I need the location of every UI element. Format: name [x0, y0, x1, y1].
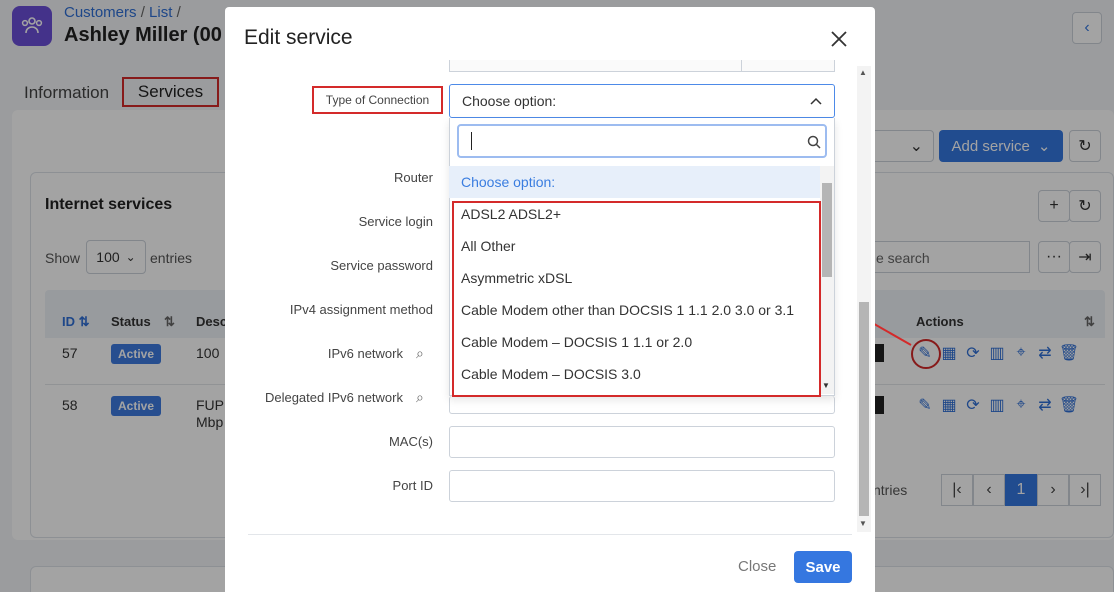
- modal-title: Edit service: [244, 26, 353, 49]
- text-cursor: [471, 132, 472, 150]
- save-button[interactable]: Save: [794, 551, 852, 583]
- modal-scrollbar-thumb[interactable]: [859, 302, 869, 516]
- scroll-down-icon[interactable]: ▼: [822, 381, 830, 390]
- type-of-connection-select[interactable]: Choose option:: [449, 84, 835, 118]
- field-divider: [741, 60, 742, 72]
- port-id-label: Port ID: [392, 478, 433, 493]
- ipv4-method-label: IPv4 assignment method: [289, 302, 433, 317]
- modal-footer-divider: [248, 534, 852, 535]
- chevron-up-icon: [810, 97, 822, 105]
- search-icon[interactable]: ⌕: [416, 345, 424, 362]
- search-icon[interactable]: ⌕: [416, 389, 424, 406]
- prev-field-partial: [449, 60, 835, 72]
- mac-input[interactable]: [449, 426, 835, 458]
- dropdown-search-input[interactable]: [457, 124, 827, 158]
- delegated-ipv6-label: Delegated IPv6 network: [264, 390, 403, 405]
- router-label: Router: [393, 170, 433, 185]
- dropdown-option[interactable]: Choose option:: [449, 166, 821, 198]
- modal-close-button[interactable]: [826, 26, 852, 52]
- dropdown-scrollbar-thumb[interactable]: [822, 183, 832, 277]
- port-id-input[interactable]: [449, 470, 835, 502]
- service-login-label: Service login: [358, 214, 433, 229]
- options-highlight-box: [452, 201, 821, 397]
- mac-label: MAC(s): [388, 434, 433, 449]
- search-icon: [807, 135, 821, 149]
- select-value: Choose option:: [462, 93, 557, 109]
- delegated-ipv6-input[interactable]: [449, 396, 835, 414]
- scroll-down-icon[interactable]: ▼: [859, 519, 867, 528]
- ipv6-network-label: IPv6 network: [327, 346, 403, 361]
- type-of-connection-label: Type of Connection: [312, 86, 443, 114]
- scroll-up-icon[interactable]: ▲: [859, 68, 867, 77]
- close-button[interactable]: Close: [738, 558, 776, 575]
- close-icon: [831, 31, 847, 47]
- service-password-label: Service password: [330, 258, 433, 273]
